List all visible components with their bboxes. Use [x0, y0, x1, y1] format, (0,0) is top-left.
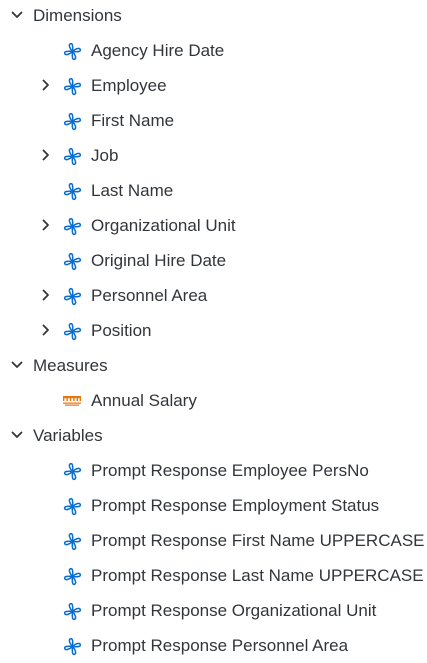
dimension-icon — [62, 251, 82, 271]
section-label: Measures — [33, 356, 108, 375]
tree-item-label: Prompt Response First Name UPPERCASE — [91, 531, 425, 550]
tree-item-label: Employee — [91, 76, 167, 95]
tree-item-prompt-response-personnel-area[interactable]: Prompt Response Personnel Area — [0, 628, 427, 663]
section-label: Variables — [33, 426, 103, 445]
tree-item-label: Organizational Unit — [91, 216, 236, 235]
dimension-icon — [62, 496, 82, 516]
section-variables[interactable]: Variables — [0, 418, 427, 453]
dimension-icon — [62, 41, 82, 61]
dimension-icon — [62, 181, 82, 201]
chevron-right-icon[interactable] — [37, 286, 55, 304]
dimension-icon — [62, 321, 82, 341]
tree-item-job[interactable]: Job — [0, 138, 427, 173]
chevron-down-icon[interactable] — [8, 426, 26, 444]
tree-item-label: Prompt Response Employment Status — [91, 496, 380, 515]
tree-item-first-name[interactable]: First Name — [0, 103, 427, 138]
tree-item-prompt-response-last-name-uppercase[interactable]: Prompt Response Last Name UPPERCASE — [0, 558, 427, 593]
field-tree: Dimensions Agency Hire Date Employee First … — [0, 0, 427, 660]
measure-icon — [62, 391, 82, 411]
chevron-right-icon[interactable] — [37, 321, 55, 339]
dimension-icon — [62, 76, 82, 96]
tree-item-label: Prompt Response Organizational Unit — [91, 601, 377, 620]
tree-item-prompt-response-organizational-unit[interactable]: Prompt Response Organizational Unit — [0, 593, 427, 628]
chevron-down-icon[interactable] — [8, 6, 26, 24]
tree-item-label: Prompt Response Last Name UPPERCASE — [91, 566, 424, 585]
tree-item-label: Personnel Area — [91, 286, 208, 305]
chevron-down-icon[interactable] — [8, 356, 26, 374]
tree-item-label: Position — [91, 321, 152, 340]
tree-item-prompt-response-employee-persno[interactable]: Prompt Response Employee PersNo — [0, 453, 427, 488]
chevron-right-icon[interactable] — [37, 216, 55, 234]
tree-item-label: Prompt Response Employee PersNo — [91, 461, 369, 480]
tree-item-annual-salary[interactable]: Annual Salary — [0, 383, 427, 418]
dimension-icon — [62, 146, 82, 166]
chevron-right-icon[interactable] — [37, 146, 55, 164]
tree-item-label: Job — [91, 146, 119, 165]
dimension-icon — [62, 111, 82, 131]
tree-item-label: First Name — [91, 111, 175, 130]
tree-item-agency-hire-date[interactable]: Agency Hire Date — [0, 33, 427, 68]
tree-item-prompt-response-first-name-uppercase[interactable]: Prompt Response First Name UPPERCASE — [0, 523, 427, 558]
section-dimensions[interactable]: Dimensions — [0, 0, 427, 33]
tree-item-employee[interactable]: Employee — [0, 68, 427, 103]
dimension-icon — [62, 461, 82, 481]
tree-item-original-hire-date[interactable]: Original Hire Date — [0, 243, 427, 278]
tree-item-position[interactable]: Position — [0, 313, 427, 348]
dimension-icon — [62, 286, 82, 306]
tree-item-prompt-response-employment-status[interactable]: Prompt Response Employment Status — [0, 488, 427, 523]
tree-item-last-name[interactable]: Last Name — [0, 173, 427, 208]
tree-item-label: Prompt Response Personnel Area — [91, 636, 349, 655]
chevron-right-icon[interactable] — [37, 76, 55, 94]
dimension-icon — [62, 601, 82, 621]
tree-item-label: Original Hire Date — [91, 251, 227, 270]
section-measures[interactable]: Measures — [0, 348, 427, 383]
dimension-icon — [62, 531, 82, 551]
tree-item-label: Annual Salary — [91, 391, 197, 410]
dimension-icon — [62, 216, 82, 236]
tree-item-organizational-unit[interactable]: Organizational Unit — [0, 208, 427, 243]
section-label: Dimensions — [33, 6, 122, 25]
tree-item-personnel-area[interactable]: Personnel Area — [0, 278, 427, 313]
tree-item-label: Last Name — [91, 181, 174, 200]
dimension-icon — [62, 566, 82, 586]
tree-item-label: Agency Hire Date — [91, 41, 225, 60]
dimension-icon — [62, 636, 82, 656]
